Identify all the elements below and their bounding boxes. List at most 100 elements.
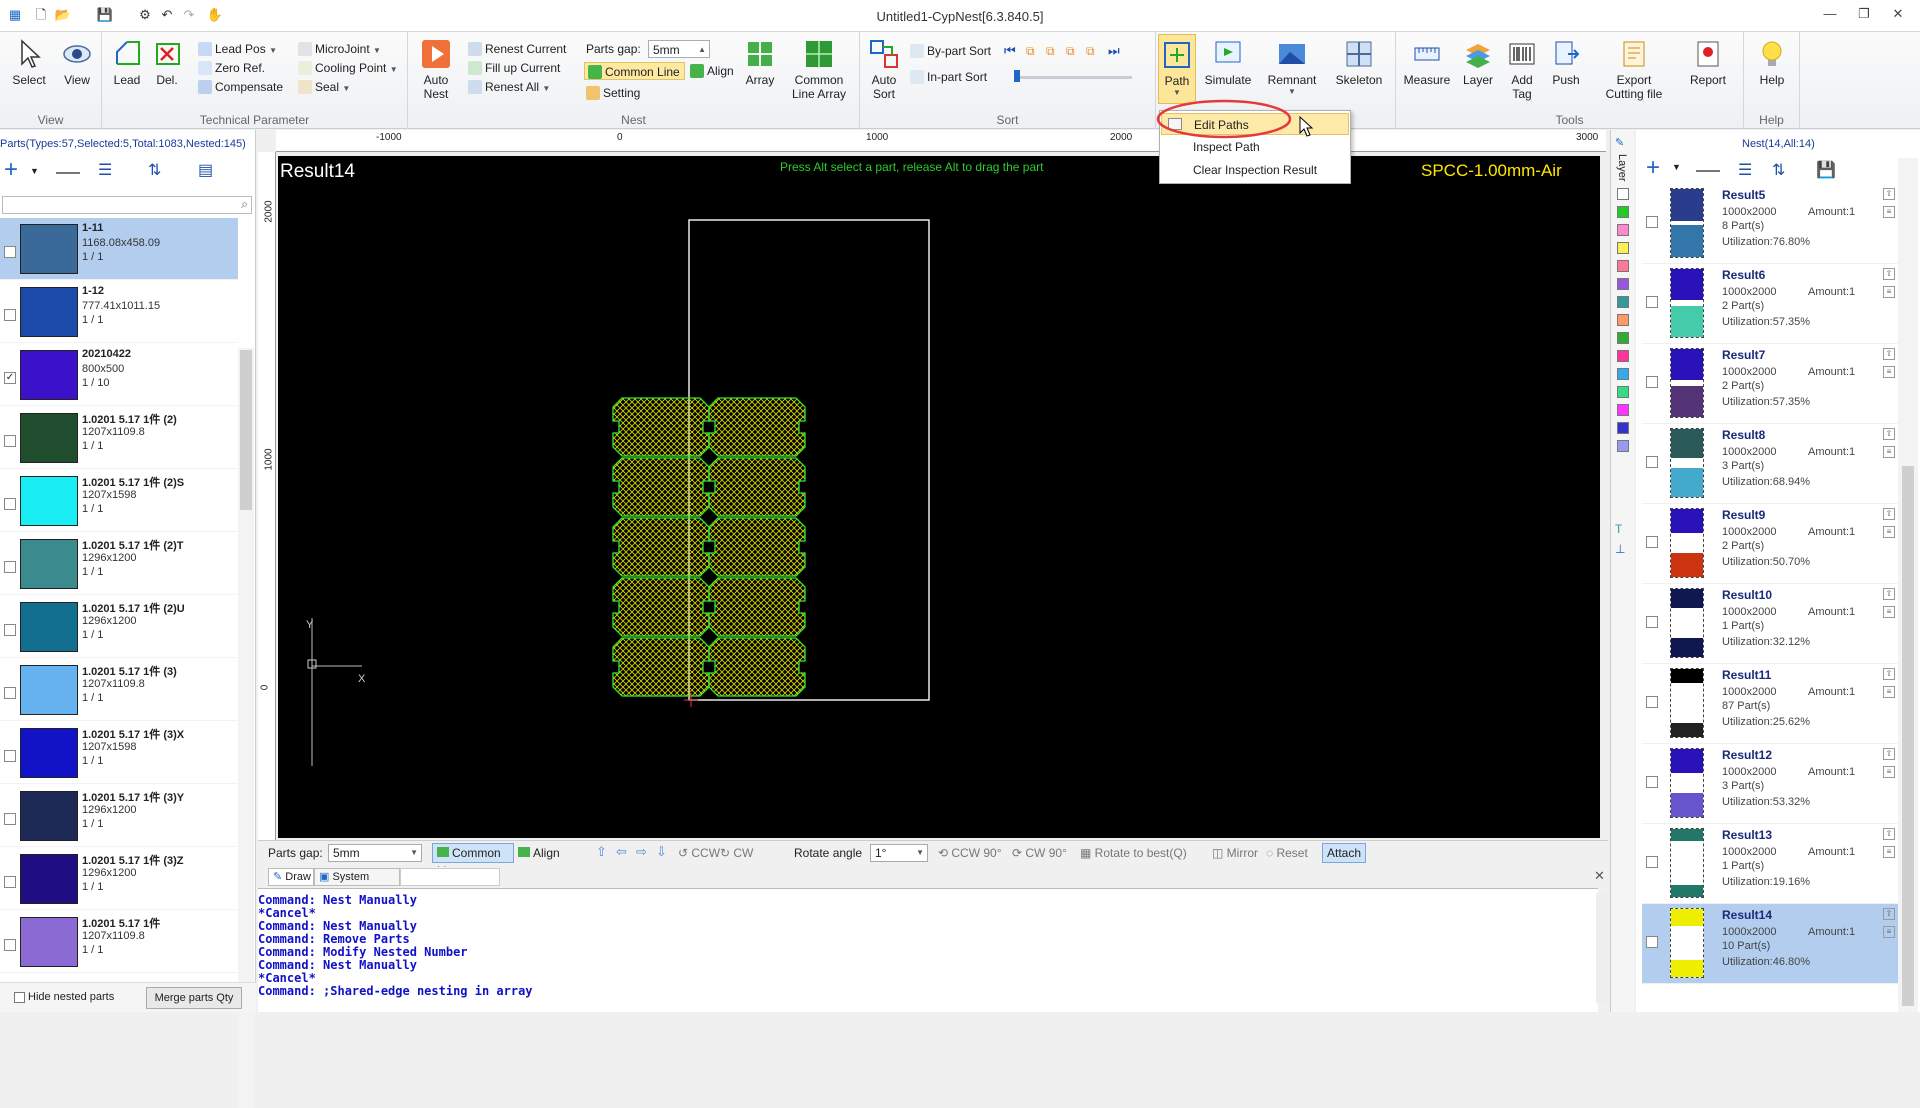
delete-lead-button[interactable]: Del. xyxy=(148,38,186,87)
layer-swatch[interactable] xyxy=(1617,314,1629,326)
sort-step-icon-4[interactable]: ⧉ xyxy=(1086,42,1095,60)
layer-swatch[interactable] xyxy=(1617,404,1629,416)
part-checkbox[interactable] xyxy=(4,309,16,321)
move-right-icon[interactable]: ⇨ xyxy=(636,844,647,860)
measure-button[interactable]: Measure xyxy=(1400,38,1454,87)
nested-part[interactable] xyxy=(708,637,806,697)
layer-swatch[interactable] xyxy=(1617,386,1629,398)
nested-part[interactable] xyxy=(708,397,806,457)
reset-button[interactable]: ◌ Reset xyxy=(1266,846,1308,860)
path-button[interactable]: Path ▼ xyxy=(1158,34,1196,104)
result-export-icon[interactable]: ⇧ xyxy=(1883,748,1895,760)
nest-canvas[interactable]: Result14 Press Alt select a part, releas… xyxy=(278,156,1600,838)
layer-swatch[interactable] xyxy=(1617,350,1629,362)
canvas-align-toggle[interactable]: Align xyxy=(518,846,560,860)
rotate-angle-input[interactable]: 1° ▼ xyxy=(870,844,928,862)
nest-result-item[interactable]: Result8 1000x2000 Amount:1 3 Part(s) Utiliza… xyxy=(1642,424,1898,504)
nested-part[interactable] xyxy=(612,637,710,697)
nest-result-item[interactable]: Result7 1000x2000 Amount:1 2 Part(s) Utiliza… xyxy=(1642,344,1898,424)
lead-pos-button[interactable]: Lead Pos ▼ xyxy=(198,40,277,58)
result-checkbox[interactable] xyxy=(1646,536,1658,548)
part-list-item[interactable]: 1.0201 5.17 1件 (3) 1207x1109.8 1 / 1 xyxy=(0,659,238,721)
seal-button[interactable]: Seal ▼ xyxy=(298,78,350,96)
nest-result-item[interactable]: Result5 1000x2000 Amount:1 8 Part(s) Utiliza… xyxy=(1642,184,1898,264)
merge-parts-button[interactable]: Merge parts Qty xyxy=(146,987,242,1009)
part-checkbox[interactable] xyxy=(4,939,16,951)
result-detail-icon[interactable]: ≡ xyxy=(1883,606,1895,618)
result-detail-icon[interactable]: ≡ xyxy=(1883,446,1895,458)
part-list-item[interactable]: 1.0201 5.17 1件 (2)S 1207x1598 1 / 1 xyxy=(0,470,238,532)
add-result-icon[interactable]: + xyxy=(1646,156,1660,180)
part-list-item[interactable]: 1.0201 5.17 1件 (2)U 1296x1200 1 / 1 xyxy=(0,596,238,658)
result-export-icon[interactable]: ⇧ xyxy=(1883,908,1895,920)
move-up-icon[interactable]: ⇧ xyxy=(596,844,607,860)
nest-result-item[interactable]: Result10 1000x2000 Amount:1 1 Part(s) Utiliz… xyxy=(1642,584,1898,664)
lead-button[interactable]: Lead xyxy=(108,38,146,87)
remove-result-icon[interactable] xyxy=(1696,170,1720,172)
help-button[interactable]: Help xyxy=(1750,38,1794,87)
push-button[interactable]: Push xyxy=(1544,38,1588,87)
layer-swatch[interactable] xyxy=(1617,260,1629,272)
result-sort-icon[interactable]: ⇅ xyxy=(1772,160,1785,180)
part-checkbox[interactable] xyxy=(4,687,16,699)
layer-swatch[interactable] xyxy=(1617,206,1629,218)
part-list-item[interactable]: 1.0201 5.17 1件 1207x1109.8 1 / 1 xyxy=(0,911,238,973)
result-checkbox[interactable] xyxy=(1646,696,1658,708)
sort-step-icon-2[interactable]: ⧉ xyxy=(1046,42,1055,60)
sort-step-icon-3[interactable]: ⧉ xyxy=(1066,42,1075,60)
command-input[interactable] xyxy=(400,868,500,886)
by-part-sort-button[interactable]: By-part Sort xyxy=(910,42,991,60)
result-detail-icon[interactable]: ≡ xyxy=(1883,846,1895,858)
fill-up-current-button[interactable]: Fill up Current xyxy=(468,59,560,77)
parts-search-input[interactable]: ⌕ xyxy=(2,196,252,214)
result-detail-icon[interactable]: ≡ xyxy=(1883,206,1895,218)
result-list-icon[interactable]: ☰ xyxy=(1738,160,1752,180)
layer-swatch[interactable] xyxy=(1617,188,1629,200)
layer-eraser-icon[interactable]: ✎ xyxy=(1615,136,1624,149)
part-checkbox[interactable] xyxy=(4,750,16,762)
result-checkbox[interactable] xyxy=(1646,296,1658,308)
add-part-icon[interactable]: + xyxy=(4,158,18,184)
result-checkbox[interactable] xyxy=(1646,616,1658,628)
canvas-parts-gap-input[interactable]: 5mm ▼ xyxy=(328,844,422,862)
results-scrollbar[interactable] xyxy=(1898,158,1918,1012)
result-detail-icon[interactable]: ≡ xyxy=(1883,686,1895,698)
nested-parts[interactable] xyxy=(612,397,806,697)
part-list-item[interactable]: ✓ 20210422 800x500 1 / 10 xyxy=(0,344,238,406)
menu-item-clear-inspection[interactable]: Clear Inspection Result xyxy=(1161,159,1349,181)
renest-current-button[interactable]: Renest Current xyxy=(468,40,566,58)
layer-text-icon[interactable]: T xyxy=(1615,522,1622,536)
nest-result-item[interactable]: Result11 1000x2000 Amount:1 87 Part(s) Utili… xyxy=(1642,664,1898,744)
part-checkbox[interactable] xyxy=(4,624,16,636)
part-checkbox[interactable] xyxy=(4,813,16,825)
result-detail-icon[interactable]: ≡ xyxy=(1883,766,1895,778)
cw-button[interactable]: ↻ CW xyxy=(720,846,753,860)
layer-swatch[interactable] xyxy=(1617,368,1629,380)
export-cutting-file-button[interactable]: Export Cutting file xyxy=(1592,38,1676,101)
layer-swatch[interactable] xyxy=(1617,422,1629,434)
sort-list-icon[interactable]: ⇅ xyxy=(148,160,161,184)
nest-result-item[interactable]: Result14 1000x2000 Amount:1 10 Part(s) Utili… xyxy=(1642,904,1898,984)
compensate-button[interactable]: Compensate xyxy=(198,78,283,96)
result-export-icon[interactable]: ⇧ xyxy=(1883,188,1895,200)
part-list-item[interactable]: 1.0201 5.17 1件 (2) 1207x1109.8 1 / 1 xyxy=(0,407,238,469)
result-export-icon[interactable]: ⇧ xyxy=(1883,428,1895,440)
result-detail-icon[interactable]: ≡ xyxy=(1883,286,1895,298)
layer-button[interactable]: Layer xyxy=(1456,38,1500,87)
result-checkbox[interactable] xyxy=(1646,456,1658,468)
align-toggle[interactable]: Align xyxy=(690,62,734,80)
renest-all-button[interactable]: Renest All ▼ xyxy=(468,78,550,96)
part-checkbox[interactable] xyxy=(4,561,16,573)
part-checkbox[interactable] xyxy=(4,435,16,447)
nested-part[interactable] xyxy=(612,517,710,577)
result-export-icon[interactable]: ⇧ xyxy=(1883,668,1895,680)
layer-swatch[interactable] xyxy=(1617,224,1629,236)
report-button[interactable]: Report xyxy=(1680,38,1736,87)
cw90-button[interactable]: ⟳ CW 90° xyxy=(1012,846,1067,860)
first-step-icon[interactable]: ⏮ xyxy=(1004,42,1016,60)
result-export-icon[interactable]: ⇧ xyxy=(1883,508,1895,520)
result-detail-icon[interactable]: ≡ xyxy=(1883,366,1895,378)
nested-part[interactable] xyxy=(612,397,710,457)
restore-icon[interactable]: ❐ xyxy=(1854,6,1874,26)
skeleton-button[interactable]: Skeleton xyxy=(1328,38,1390,87)
